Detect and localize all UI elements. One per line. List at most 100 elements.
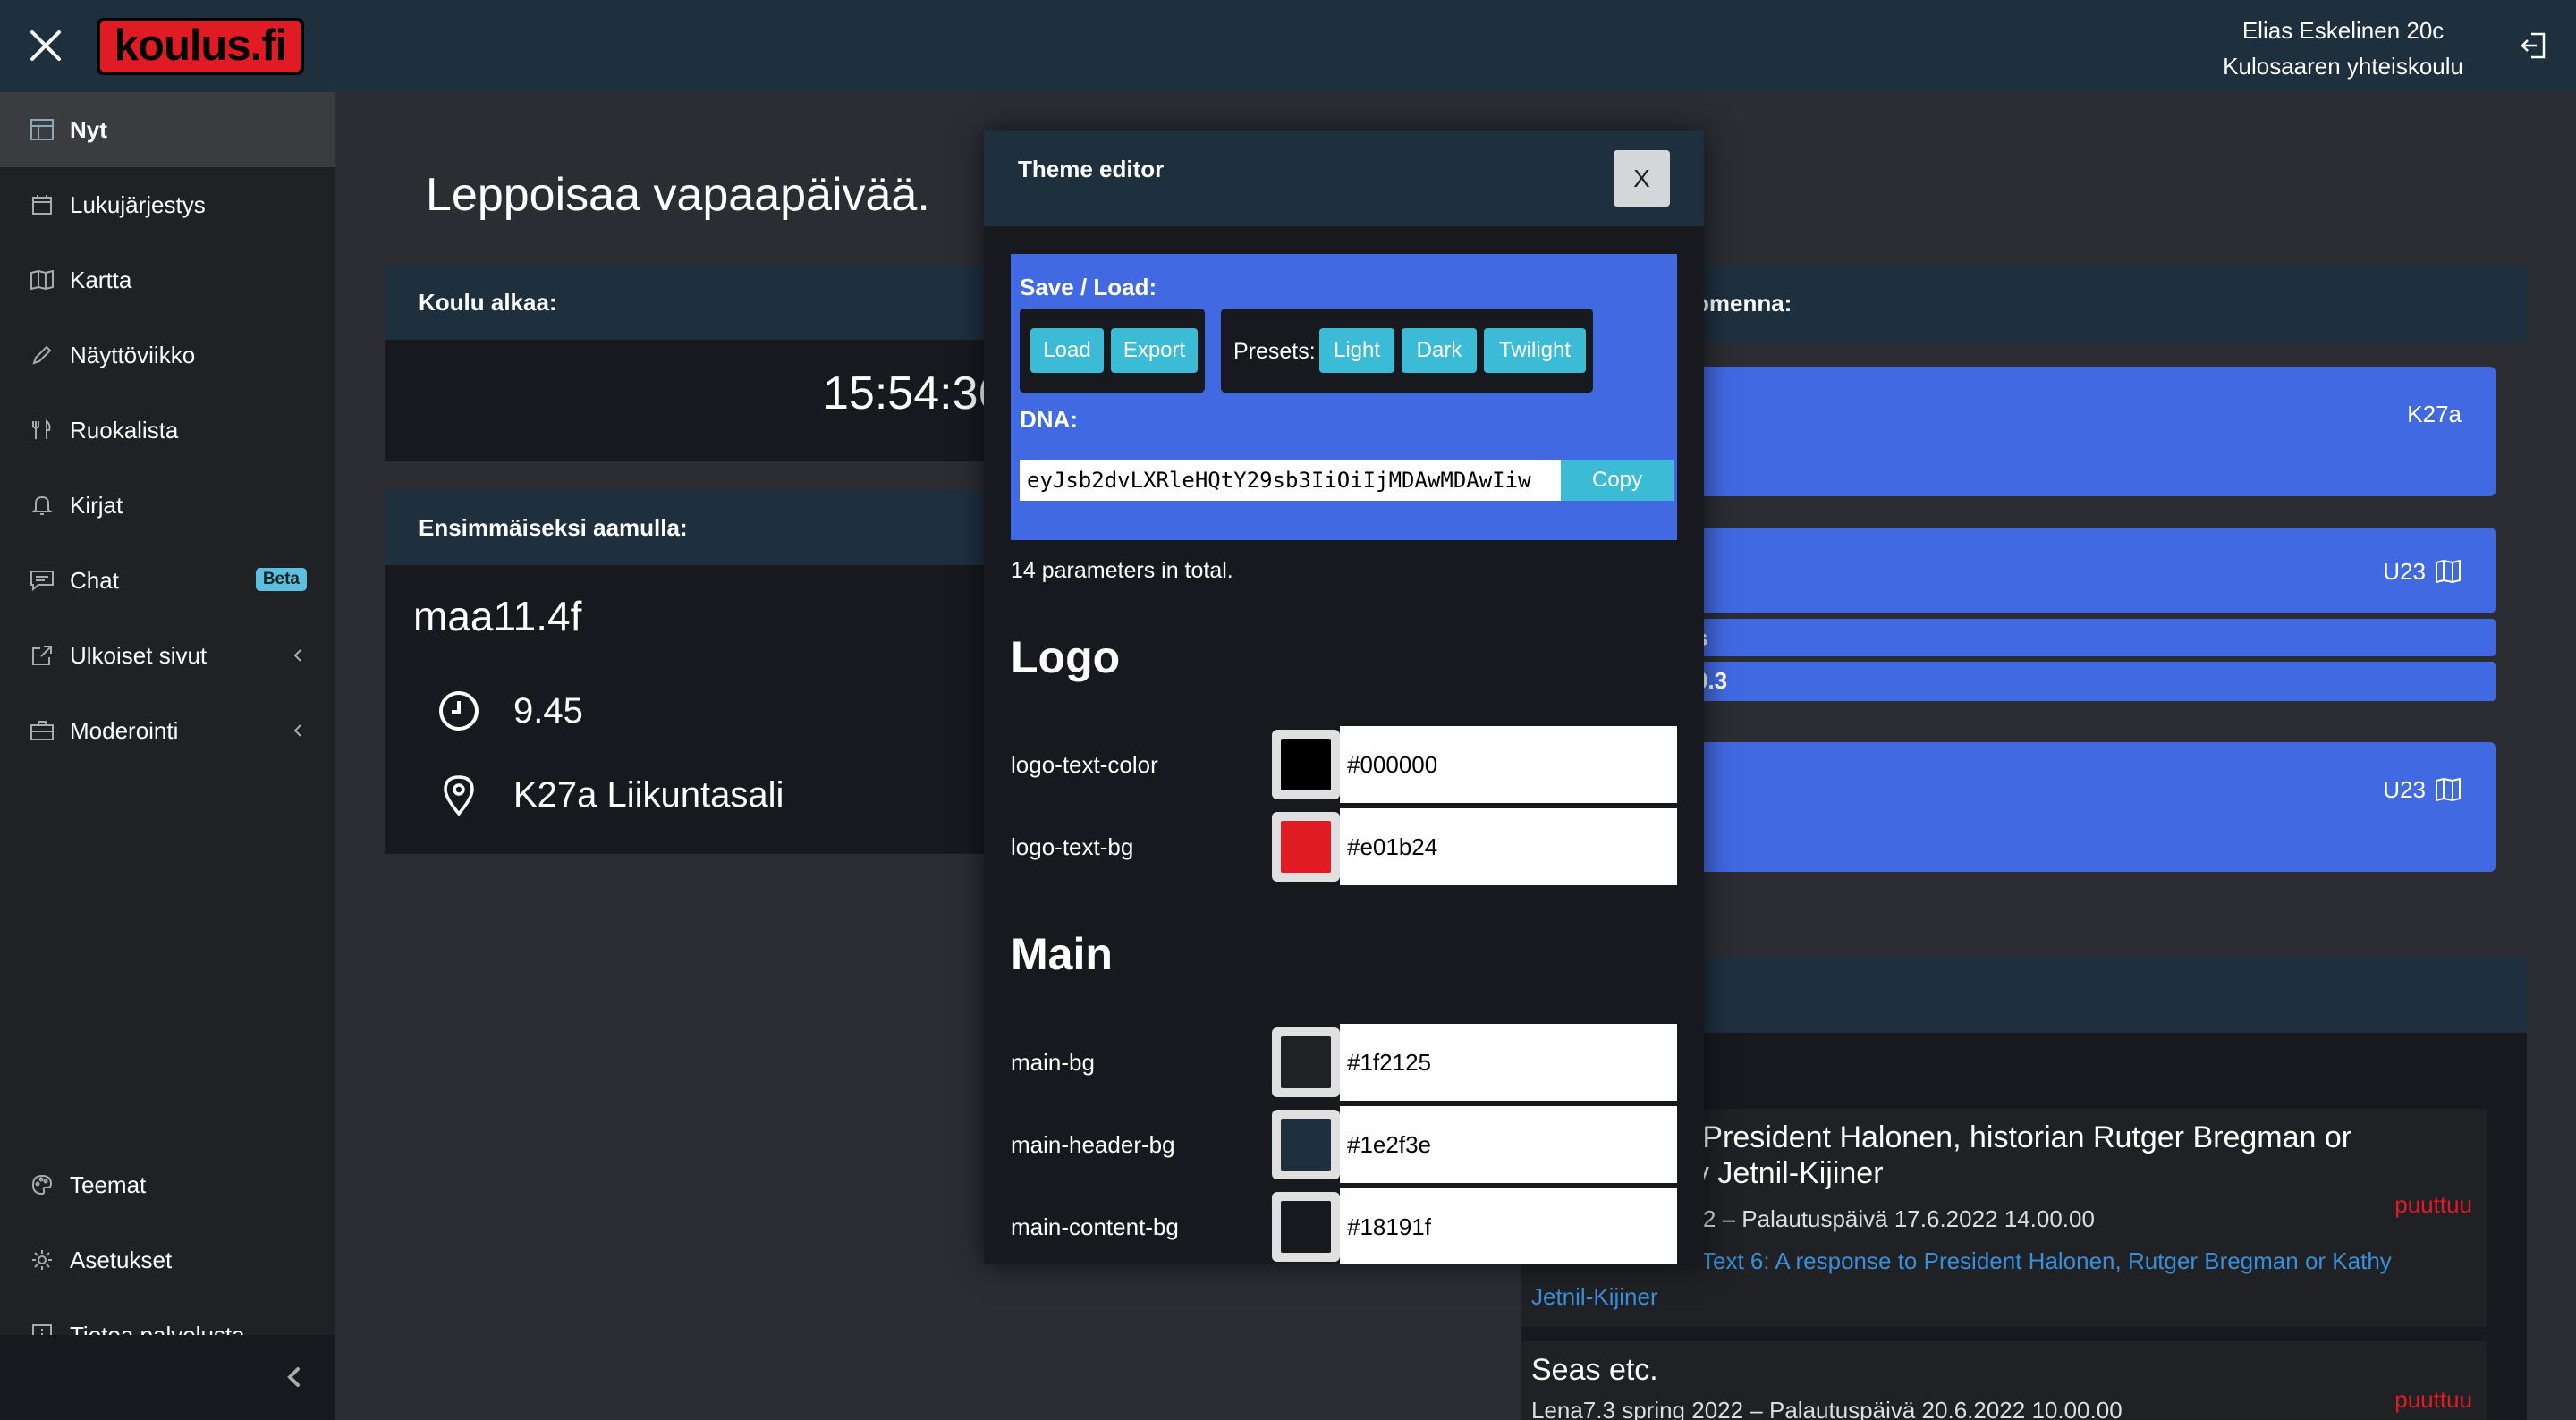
map-icon[interactable] <box>2435 777 2462 804</box>
tomorrow-lesson-2-detail-2: 9.3 <box>1695 662 2496 701</box>
color-swatch[interactable] <box>1272 730 1340 799</box>
clock-icon <box>436 689 481 733</box>
param-row-main-bg: main-bg #1f2125 <box>1011 1024 1677 1101</box>
homework-title: Seas etc. <box>1531 1353 1658 1387</box>
sidebar-item-kartta[interactable]: Kartta <box>0 242 335 317</box>
chat-icon <box>29 567 55 594</box>
lesson-time-row: 9.45 <box>436 689 583 733</box>
sidebar-item-kirjat[interactable]: Kirjat <box>0 468 335 543</box>
user-name: Elias Eskelinen 20c <box>2241 17 2445 44</box>
sidebar-item-label: Kartta <box>70 266 132 293</box>
sidebar-item-nayttoviikko[interactable]: Näyttöviikko <box>0 317 335 393</box>
close-button[interactable]: X <box>1614 150 1670 207</box>
param-label: logo-text-color <box>1011 751 1158 778</box>
sidebar-item-moderointi[interactable]: Moderointi <box>0 693 335 768</box>
first-lesson-label: Ensimmäiseksi aamulla: <box>419 513 688 541</box>
sidebar-item-ulkoiset-sivut[interactable]: Ulkoiset sivut <box>0 618 335 693</box>
location-pin-icon <box>436 773 481 817</box>
param-label: main-bg <box>1011 1049 1095 1076</box>
color-swatch[interactable] <box>1272 1027 1340 1097</box>
lesson-location-row: K27a Liikuntasali <box>436 773 784 817</box>
sidebar-item-label: Asetukset <box>70 1246 173 1273</box>
sidebar-item-asetukset[interactable]: Asetukset <box>0 1222 335 1297</box>
preset-dark-button[interactable]: Dark <box>1402 328 1477 373</box>
sidebar-item-label: Ruokalista <box>70 416 179 444</box>
param-label: main-content-bg <box>1011 1213 1179 1240</box>
bell-icon <box>29 492 55 519</box>
export-button[interactable]: Export <box>1111 328 1198 373</box>
lesson-room: U23 <box>2383 776 2462 804</box>
countdown-clock: 15:54:36 <box>823 368 1004 419</box>
save-load-title: Save / Load: <box>1020 274 1157 300</box>
color-value-input[interactable]: #1e2f3e <box>1340 1106 1677 1183</box>
homework-card-header <box>1695 957 2527 1033</box>
sidebar: Nyt Lukujärjestys Kartta Näyttöviikko Ru… <box>0 92 335 1420</box>
palette-icon <box>29 1171 55 1198</box>
copy-button[interactable]: Copy <box>1561 460 1674 501</box>
map-icon <box>29 266 55 293</box>
sidebar-item-nyt[interactable]: Nyt <box>0 92 335 167</box>
parameter-count: 14 parameters in total. <box>1011 558 1233 583</box>
color-swatch[interactable] <box>1272 1192 1340 1262</box>
dna-input[interactable]: eyJsb2dvLXRleHQtY29sb3IiOiIjMDAwMDAwIiw <box>1020 460 1561 501</box>
tomorrow-lesson-2[interactable]: U23 <box>1695 528 2496 613</box>
color-value-input[interactable]: #e01b24 <box>1340 808 1677 885</box>
gear-icon <box>29 1247 55 1273</box>
sidebar-item-label: Moderointi <box>70 716 179 744</box>
tomorrow-lesson-1[interactable]: K27a <box>1695 367 2496 496</box>
calendar-icon <box>29 191 55 218</box>
lesson-room: U23 <box>2383 558 2462 586</box>
tomorrow-lesson-3[interactable]: U23 <box>1695 742 2496 872</box>
dashboard-icon <box>29 116 55 143</box>
save-load-panel: Save / Load: Load Export Presets: Light … <box>1011 254 1677 540</box>
homework-item[interactable]: Seas etc. Lena7.3 spring 2022 – Palautus… <box>1521 1341 2487 1420</box>
color-swatch[interactable] <box>1272 1110 1340 1179</box>
param-row-logo-text-bg: logo-text-bg #e01b24 <box>1011 808 1677 885</box>
logo[interactable]: koulus.fi <box>97 18 304 75</box>
modal-header: Theme editor X <box>984 131 1704 226</box>
chevron-left-icon <box>289 645 307 666</box>
pencil-icon <box>29 342 55 368</box>
tomorrow-lesson-2-detail-1: s <box>1695 619 2496 656</box>
utensils-icon <box>29 417 55 444</box>
param-label: main-header-bg <box>1011 1131 1175 1158</box>
preset-light-button[interactable]: Light <box>1319 328 1394 373</box>
homework-status: puuttuu <box>2394 1191 2472 1218</box>
color-value-input[interactable]: #1f2125 <box>1340 1024 1677 1101</box>
moderation-icon <box>29 717 55 744</box>
logout-icon[interactable] <box>2519 30 2549 61</box>
sidebar-footer <box>0 1335 335 1420</box>
close-menu-icon[interactable] <box>21 21 70 70</box>
sidebar-item-teemat[interactable]: Teemat <box>0 1147 335 1222</box>
presets-label: Presets: <box>1233 339 1316 364</box>
greeting-heading: Leppoisaa vapaapäivää. <box>426 169 930 221</box>
sidebar-item-label: Ulkoiset sivut <box>70 641 208 669</box>
map-icon[interactable] <box>2435 559 2462 586</box>
school-starts-label: Koulu alkaa: <box>419 288 557 316</box>
sidebar-item-lukujarjestys[interactable]: Lukujärjestys <box>0 167 335 242</box>
param-row-main-content-bg: main-content-bg #18191f <box>1011 1188 1677 1264</box>
lesson-location: K27a Liikuntasali <box>513 774 784 815</box>
lesson-room: K27a <box>2407 401 2462 428</box>
preset-twilight-button[interactable]: Twilight <box>1484 328 1586 373</box>
load-button[interactable]: Load <box>1030 328 1104 373</box>
room-label: U23 <box>2383 558 2426 585</box>
presets-group: Presets: Light Dark Twilight <box>1221 309 1593 393</box>
section-title-logo: Logo <box>1011 632 1121 682</box>
sidebar-item-label: Kirjat <box>70 491 123 519</box>
sidebar-item-label: Lukujärjestys <box>70 190 206 218</box>
param-row-main-header-bg: main-header-bg #1e2f3e <box>1011 1106 1677 1183</box>
sidebar-item-ruokalista[interactable]: Ruokalista <box>0 393 335 468</box>
color-swatch[interactable] <box>1272 812 1340 882</box>
collapse-sidebar-icon[interactable] <box>279 1362 309 1392</box>
school-name: Kulosaaren yhteiskoulu <box>2223 53 2463 80</box>
tomorrow-label: omenna: <box>1695 290 1792 317</box>
color-value-input[interactable]: #000000 <box>1340 726 1677 803</box>
lesson-time: 9.45 <box>513 690 583 731</box>
modal-title: Theme editor <box>1018 156 1165 182</box>
homework-meta: 022 – Palautuspäivä 17.6.2022 14.00.00 <box>1677 1205 2095 1232</box>
homework-meta: Lena7.3 spring 2022 – Palautuspäivä 20.6… <box>1531 1397 2123 1420</box>
sidebar-item-chat[interactable]: Chat Beta <box>0 543 335 618</box>
color-value-input[interactable]: #18191f <box>1340 1188 1677 1264</box>
homework-title: o President Halonen, historian Rutger Br… <box>1677 1120 2352 1190</box>
